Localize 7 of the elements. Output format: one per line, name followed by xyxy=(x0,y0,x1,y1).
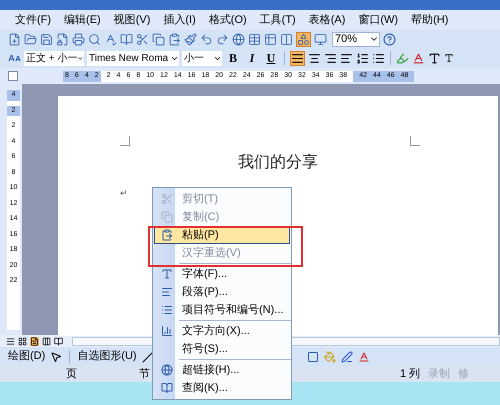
document-title: 我们的分享 xyxy=(238,152,318,173)
status-item: 节 xyxy=(139,366,150,382)
status-item: 修 xyxy=(458,366,470,382)
paragraph-mark: ↵ xyxy=(120,188,128,198)
status-item: 1 列 xyxy=(400,366,420,382)
status-item: 录制 xyxy=(428,366,450,382)
status-item: 页 xyxy=(66,366,77,382)
